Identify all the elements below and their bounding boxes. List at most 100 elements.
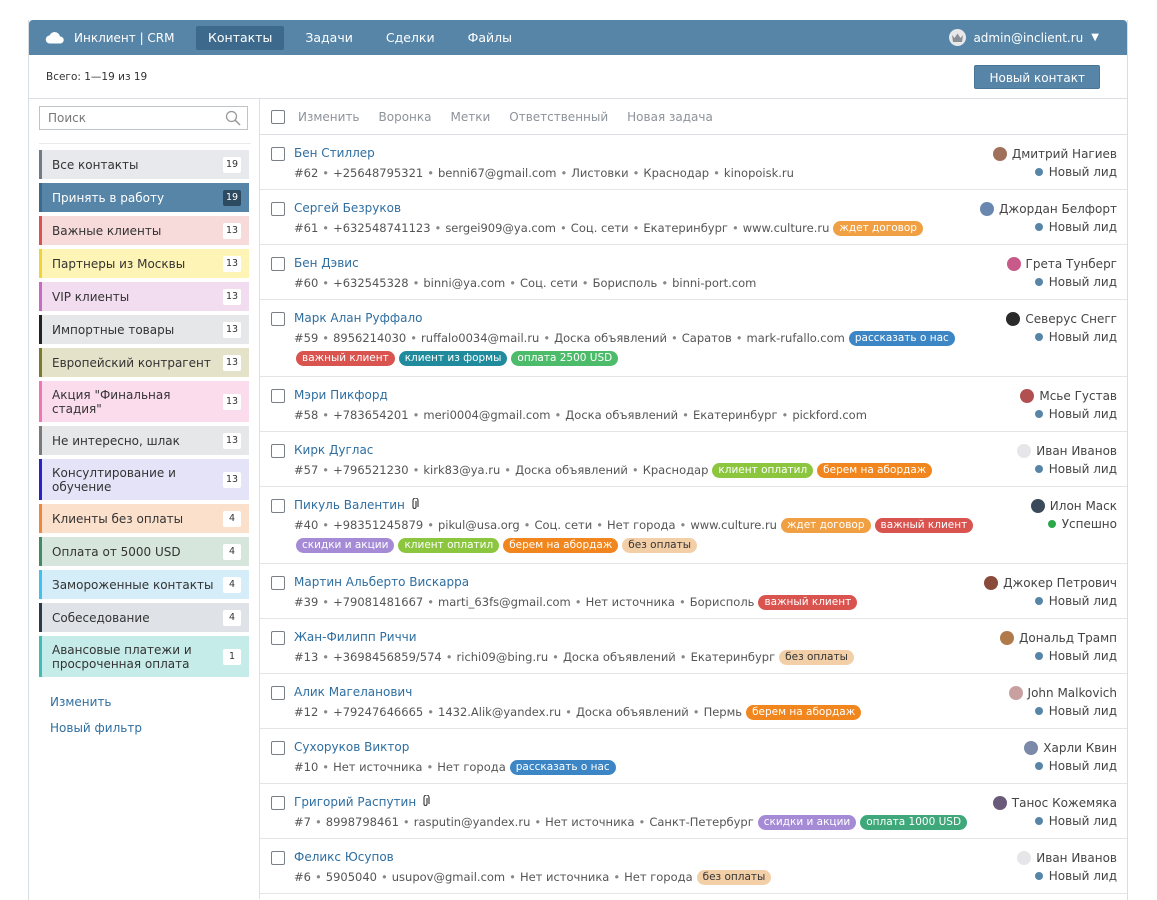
bullet-separator: • xyxy=(314,870,322,884)
row-checkbox[interactable] xyxy=(271,202,285,216)
tag-badge[interactable]: без оплаты xyxy=(696,869,772,885)
contact-name-link[interactable]: Сергей Безруков xyxy=(294,201,401,215)
owner[interactable]: Дональд Трамп xyxy=(1000,629,1117,647)
filter-item[interactable]: Партнеры из Москвы 13 xyxy=(39,249,249,278)
contact-name-link[interactable]: Бен Стиллер xyxy=(294,146,375,160)
bullet-separator: • xyxy=(427,705,434,719)
filter-item[interactable]: Не интересно, шлак 13 xyxy=(39,426,249,455)
filter-item[interactable]: Оплата от 5000 USD 4 xyxy=(39,537,249,566)
new-filter-link[interactable]: Новый фильтр xyxy=(50,721,259,735)
row-checkbox[interactable] xyxy=(271,576,285,590)
nav-tasks[interactable]: Задачи xyxy=(293,26,365,50)
contact-info: Кирк Дуглас #57 • +796521230 • kirk83@ya.ru • Д… xyxy=(294,440,1017,480)
row-checkbox[interactable] xyxy=(271,257,285,271)
contact-name-link[interactable]: Феликс Юсупов xyxy=(294,850,394,864)
owner[interactable]: Северус Снегг xyxy=(1006,310,1117,328)
tag-badge[interactable]: оплата 2500 USD xyxy=(511,350,619,366)
filter-item[interactable]: Импортные товары 13 xyxy=(39,315,249,344)
tag-badge[interactable]: клиент оплатил xyxy=(398,537,500,553)
bullet-separator: • xyxy=(322,463,330,477)
nav-files[interactable]: Файлы xyxy=(456,26,524,50)
search-icon[interactable] xyxy=(225,110,241,126)
search-input[interactable]: Поиск xyxy=(39,106,248,130)
tag-badge[interactable]: клиент из формы xyxy=(398,350,508,366)
bullet-separator: • xyxy=(679,650,687,664)
tag-badge[interactable]: ждет договор xyxy=(780,517,871,533)
row-checkbox[interactable] xyxy=(271,499,285,513)
user-menu[interactable]: admin@inclient.ru ▼ xyxy=(949,29,1127,46)
owner[interactable]: Грета Тунберг xyxy=(1006,255,1117,273)
owner-name: Иван Иванов xyxy=(1036,444,1117,458)
owner[interactable]: Танос Кожемяка xyxy=(992,794,1117,812)
tag-badge[interactable]: важный клиент xyxy=(758,594,858,610)
row-checkbox[interactable] xyxy=(271,741,285,755)
filter-item[interactable]: Важные клиенты 13 xyxy=(39,216,249,245)
filter-item[interactable]: Консултирование и обучение 13 xyxy=(39,459,249,500)
nav-deals[interactable]: Сделки xyxy=(374,26,447,50)
contact-name-link[interactable]: Марк Алан Руффало xyxy=(294,311,423,325)
row-checkbox[interactable] xyxy=(271,631,285,645)
tag-badge[interactable]: берем на абордаж xyxy=(503,537,619,553)
row-checkbox[interactable] xyxy=(271,796,285,810)
row-checkbox[interactable] xyxy=(271,686,285,700)
contact-name-link[interactable]: Жан-Филипп Риччи xyxy=(294,630,417,644)
owner[interactable]: Иван Иванов xyxy=(1017,849,1117,867)
filter-item[interactable]: Европейский контрагент 13 xyxy=(39,348,249,377)
filter-item[interactable]: Все контакты 19 xyxy=(39,150,249,179)
filter-item[interactable]: Акция "Финальная стадия" 13 xyxy=(39,381,249,422)
contact-name-link[interactable]: Мартин Альберто Вискарра xyxy=(294,575,469,589)
tag-badge[interactable]: важный клиент xyxy=(874,517,974,533)
toolbar-responsible[interactable]: Ответственный xyxy=(509,110,608,124)
tag-badge[interactable]: оплата 1000 USD xyxy=(860,814,968,830)
nav-contacts[interactable]: Контакты xyxy=(196,25,285,50)
contact-name-link[interactable]: Алик Магеланович xyxy=(294,685,412,699)
new-contact-button[interactable]: Новый контакт xyxy=(974,64,1100,89)
owner[interactable]: Иван Иванов xyxy=(1017,442,1117,460)
filter-item[interactable]: VIP клиенты 13 xyxy=(39,282,249,311)
edit-filters-link[interactable]: Изменить xyxy=(50,695,259,709)
contact-name-link[interactable]: Мэри Пикфорд xyxy=(294,388,388,402)
owner[interactable]: Мсье Густав xyxy=(1020,387,1117,405)
tag-badge[interactable]: без оплаты xyxy=(779,649,854,665)
tag-badge[interactable]: скидки и акции xyxy=(296,537,395,553)
filter-item[interactable]: Принять в работу 19 xyxy=(39,183,249,212)
tag-badge[interactable]: клиент оплатил xyxy=(712,462,814,478)
filter-item[interactable]: Замороженные контакты 4 xyxy=(39,570,249,599)
owner[interactable]: Илон Маск xyxy=(1030,497,1117,515)
owner[interactable]: Джордан Белфорт xyxy=(980,200,1117,218)
filter-item[interactable]: Собеседование 4 xyxy=(39,603,249,632)
owner[interactable]: Дмитрий Нагиев xyxy=(992,145,1117,163)
row-checkbox[interactable] xyxy=(271,444,285,458)
tag-badge[interactable]: берем на абордаж xyxy=(746,704,862,720)
row-checkbox[interactable] xyxy=(271,389,285,403)
tag-badge[interactable]: рассказать о нас xyxy=(848,330,955,346)
tag-badge[interactable]: рассказать о нас xyxy=(509,759,616,775)
select-all-checkbox[interactable] xyxy=(271,109,285,124)
owner[interactable]: Джокер Петрович xyxy=(984,574,1117,592)
contact-name-link[interactable]: Пикуль Валентин xyxy=(294,498,405,512)
filter-label: Оплата от 5000 USD xyxy=(52,544,181,559)
row-checkbox[interactable] xyxy=(271,312,285,326)
brand[interactable]: Инклиент | CRM xyxy=(29,31,196,45)
row-checkbox[interactable] xyxy=(271,147,285,161)
meta-item: #62 xyxy=(294,166,319,180)
row-checkbox[interactable] xyxy=(271,851,285,865)
tag-badge[interactable]: берем на абордаж xyxy=(817,462,933,478)
filter-item[interactable]: Клиенты без оплаты 4 xyxy=(39,504,249,533)
contact-name-link[interactable]: Григорий Распутин xyxy=(294,795,416,809)
owner[interactable]: Харли Квин xyxy=(1024,739,1117,757)
tag-badge[interactable]: ждет договор xyxy=(833,220,923,236)
status-label: Новый лид xyxy=(1048,594,1117,608)
tag-badge[interactable]: важный клиент xyxy=(296,350,395,366)
tag-badge[interactable]: скидки и акции xyxy=(757,814,857,830)
tag-badge[interactable]: без оплаты xyxy=(622,537,697,553)
toolbar-funnel[interactable]: Воронка xyxy=(379,110,432,124)
owner[interactable]: John Malkovich xyxy=(1008,684,1117,702)
contact-name-link[interactable]: Сухоруков Виктор xyxy=(294,740,409,754)
toolbar-edit[interactable]: Изменить xyxy=(298,110,360,124)
contact-name-link[interactable]: Бен Дэвис xyxy=(294,256,359,270)
filter-item[interactable]: Авансовые платежи и просроченная оплата 1 xyxy=(39,636,249,677)
toolbar-new-task[interactable]: Новая задача xyxy=(627,110,713,124)
toolbar-tags[interactable]: Метки xyxy=(450,110,490,124)
contact-name-link[interactable]: Кирк Дуглас xyxy=(294,443,373,457)
